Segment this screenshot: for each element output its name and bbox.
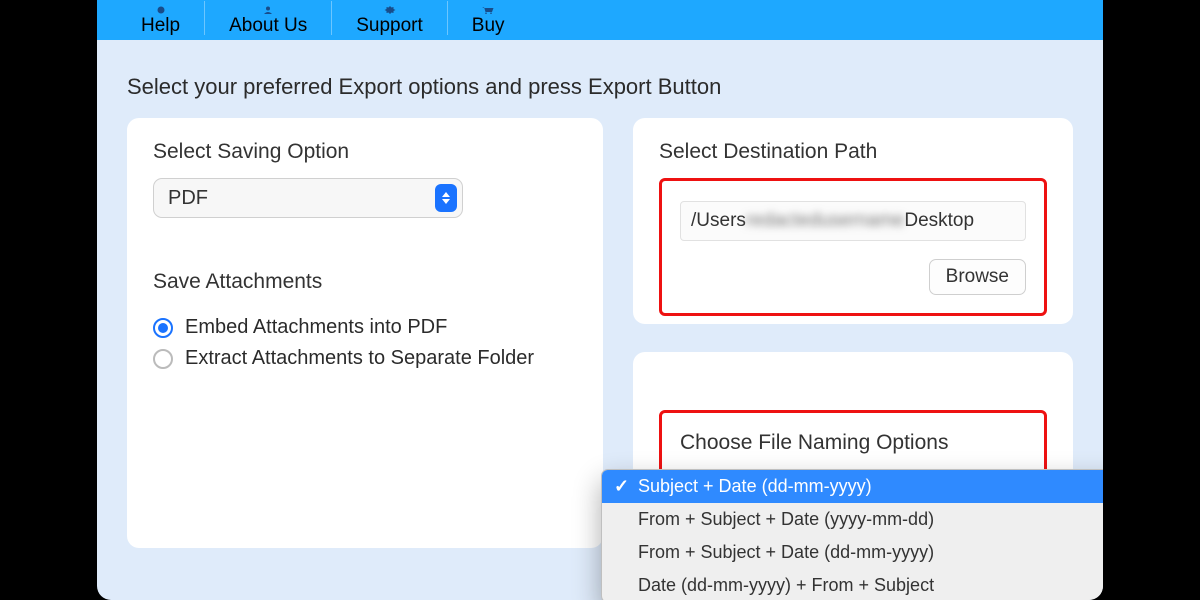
help-icon <box>154 6 168 14</box>
radio-extract-attachments[interactable]: Extract Attachments to Separate Folder <box>153 347 577 370</box>
destination-card: Select Destination Path /Usersredactedus… <box>633 118 1073 324</box>
browse-button[interactable]: Browse <box>929 259 1026 295</box>
nav-label: Help <box>141 16 180 35</box>
radio-embed-attachments[interactable]: Embed Attachments into PDF <box>153 316 577 339</box>
nav-support[interactable]: Support <box>331 1 447 35</box>
nav-label: About Us <box>229 16 307 35</box>
naming-highlight-box: Choose File Naming Options <box>659 410 1047 476</box>
destination-header: Select Destination Path <box>659 140 1047 164</box>
path-suffix: Desktop <box>904 210 974 232</box>
naming-option-date-dmy-from-subject[interactable]: Date (dd-mm-yyyy) + From + Subject <box>602 569 1103 600</box>
nav-about[interactable]: About Us <box>204 1 331 35</box>
attachments-header: Save Attachments <box>153 270 577 294</box>
instructions-text: Select your preferred Export options and… <box>127 74 1073 100</box>
saving-option-header: Select Saving Option <box>153 140 577 164</box>
format-select[interactable]: PDF <box>153 178 463 218</box>
nav-label: Support <box>356 16 423 35</box>
browse-row: Browse <box>680 259 1026 295</box>
naming-option-from-subject-date-ymd[interactable]: From + Subject + Date (yyyy-mm-dd) <box>602 503 1103 536</box>
about-icon <box>261 6 275 14</box>
radio-label: Extract Attachments to Separate Folder <box>185 347 534 370</box>
naming-header: Choose File Naming Options <box>680 431 1026 455</box>
radio-label: Embed Attachments into PDF <box>185 316 447 339</box>
nav-label: Buy <box>472 16 505 35</box>
path-redacted: redactedusername <box>746 210 904 232</box>
support-icon <box>383 6 397 14</box>
radio-icon <box>153 349 173 369</box>
naming-option-subject-date-dmy[interactable]: Subject + Date (dd-mm-yyyy) <box>602 470 1103 503</box>
nav-buy[interactable]: Buy <box>447 1 529 35</box>
chevron-updown-icon <box>435 184 457 212</box>
saving-options-card: Select Saving Option PDF Save Attachment… <box>127 118 603 548</box>
radio-icon <box>153 318 173 338</box>
path-prefix: /Users <box>691 210 746 232</box>
buy-icon <box>481 6 495 14</box>
top-nav: Help About Us Support Buy <box>97 0 1103 40</box>
app-window: Help About Us Support Buy Select your pr… <box>97 0 1103 600</box>
format-select-value: PDF <box>168 187 208 210</box>
file-naming-menu: Subject + Date (dd-mm-yyyy) From + Subje… <box>601 469 1103 600</box>
destination-path-input[interactable]: /UsersredactedusernameDesktop <box>680 201 1026 241</box>
naming-option-from-subject-date-dmy[interactable]: From + Subject + Date (dd-mm-yyyy) <box>602 536 1103 569</box>
destination-highlight-box: /UsersredactedusernameDesktop Browse <box>659 178 1047 316</box>
nav-help[interactable]: Help <box>117 1 204 35</box>
